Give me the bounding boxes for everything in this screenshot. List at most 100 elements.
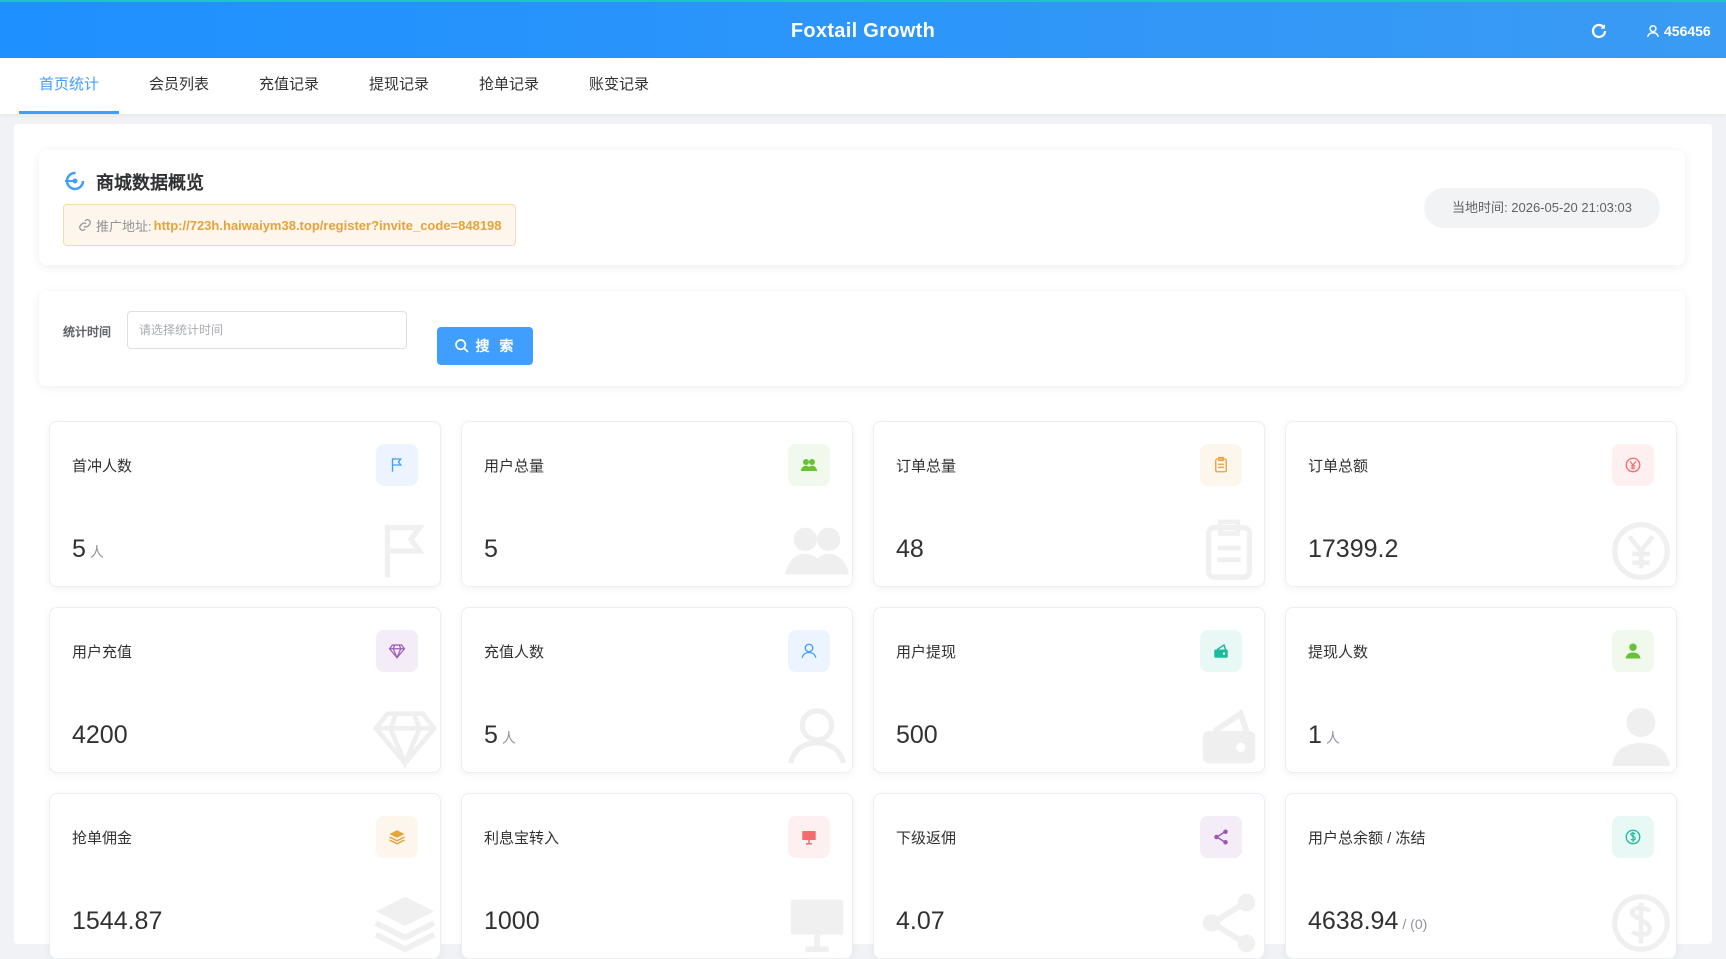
promo-url-link[interactable]: http://723h.haiwaiym38.top/register?invi… bbox=[154, 218, 502, 233]
stat-label: 用户提现 bbox=[896, 644, 957, 661]
tab-member-list[interactable]: 会员列表 bbox=[129, 58, 229, 114]
stat-value: 48 bbox=[896, 535, 924, 563]
stat-value-line: 1544.87 bbox=[72, 907, 166, 936]
stat-value-line: 5人 bbox=[72, 535, 104, 564]
stat-card: 首冲人数 5人 bbox=[49, 421, 441, 587]
tab-bar: 首页统计 会员列表 充值记录 提现记录 抢单记录 账变记录 bbox=[0, 58, 1726, 114]
stat-card: 抢单佣金 1544.87 bbox=[49, 793, 441, 959]
person-icon bbox=[1612, 630, 1654, 672]
local-time-label: 当地时间: bbox=[1452, 200, 1508, 215]
clipboard-watermark-icon bbox=[1205, 519, 1253, 580]
tab-home-stats[interactable]: 首页统计 bbox=[19, 58, 119, 114]
stat-value: 1000 bbox=[484, 907, 540, 935]
stat-unit: 人 bbox=[501, 730, 516, 746]
tab-withdraw-records[interactable]: 提现记录 bbox=[349, 58, 449, 114]
stat-value: 5 bbox=[72, 535, 86, 563]
local-time-value: 2026-05-20 21:03:03 bbox=[1511, 200, 1632, 215]
stat-label: 抢单佣金 bbox=[72, 830, 133, 847]
stat-value-line: 5 bbox=[484, 535, 502, 564]
clipboard-icon bbox=[1200, 444, 1242, 486]
promo-label: 推广地址: bbox=[96, 218, 152, 234]
stat-label: 用户总余额 / 冻结 bbox=[1308, 830, 1426, 847]
stat-label: 用户充值 bbox=[72, 644, 133, 661]
stat-value: 1 bbox=[1308, 721, 1322, 749]
stat-value: 5 bbox=[484, 721, 498, 749]
stat-value-line: 500 bbox=[896, 721, 942, 750]
layers-icon bbox=[376, 816, 418, 858]
wallet-icon bbox=[1200, 630, 1242, 672]
stat-label: 用户总量 bbox=[484, 458, 545, 475]
stat-card: 下级返佣 4.07 bbox=[873, 793, 1265, 959]
app-title: Foxtail Growth bbox=[790, 20, 936, 42]
overview-card: 商城数据概览 推广地址: http://723h.haiwaiym38.top/… bbox=[39, 150, 1685, 265]
stat-label: 利息宝转入 bbox=[484, 830, 560, 847]
user-outline-watermark-icon bbox=[788, 708, 846, 764]
promo-box: 推广地址: http://723h.haiwaiym38.top/registe… bbox=[63, 204, 516, 246]
flag-watermark-icon bbox=[384, 524, 425, 578]
filter-card: 统计时间 搜 索 bbox=[39, 291, 1685, 386]
tab-recharge-records[interactable]: 充值记录 bbox=[239, 58, 339, 114]
dollar-watermark-icon bbox=[1612, 894, 1670, 952]
stat-value-line: 5人 bbox=[484, 721, 516, 750]
users-watermark-icon bbox=[784, 527, 850, 575]
stat-value-line: 1人 bbox=[1308, 721, 1340, 750]
stat-label: 订单总额 bbox=[1308, 458, 1369, 475]
yen-watermark-icon bbox=[1612, 522, 1670, 580]
refresh-icon[interactable] bbox=[1590, 22, 1610, 42]
stat-card: 用户总量 5 bbox=[461, 421, 853, 587]
stat-card: 订单总量 48 bbox=[873, 421, 1265, 587]
overview-heading: 商城数据概览 bbox=[96, 173, 204, 193]
link-icon bbox=[79, 219, 91, 231]
stat-label: 下级返佣 bbox=[896, 830, 957, 847]
flag-icon bbox=[376, 444, 418, 486]
user-menu[interactable]: 456456 bbox=[1646, 20, 1711, 42]
stat-unit: / (0) bbox=[1402, 916, 1428, 932]
stat-value: 4200 bbox=[72, 721, 128, 749]
user-outline-icon bbox=[788, 630, 830, 672]
stat-card: 充值人数 5人 bbox=[461, 607, 853, 773]
stat-value-line: 17399.2 bbox=[1308, 535, 1402, 564]
stat-value: 500 bbox=[896, 721, 938, 749]
stat-time-input[interactable] bbox=[127, 311, 407, 349]
stat-value-line: 4638.94/ (0) bbox=[1308, 907, 1427, 936]
share-watermark-icon bbox=[1202, 893, 1256, 953]
stat-time-label: 统计时间 bbox=[63, 325, 112, 339]
local-time-badge: 当地时间: 2026-05-20 21:03:03 bbox=[1424, 188, 1660, 228]
tab-balance-records[interactable]: 账变记录 bbox=[569, 58, 669, 114]
users-icon bbox=[788, 444, 830, 486]
layers-watermark-icon bbox=[374, 896, 436, 953]
stat-label: 首冲人数 bbox=[72, 458, 133, 475]
stat-value: 4638.94 bbox=[1308, 907, 1399, 935]
top-bar: Foxtail Growth 456456 bbox=[0, 0, 1726, 58]
stat-unit: 人 bbox=[89, 544, 104, 560]
stat-value: 4.07 bbox=[896, 907, 945, 935]
diamond-icon bbox=[376, 630, 418, 672]
diamond-watermark-icon bbox=[372, 711, 438, 770]
stat-label: 提现人数 bbox=[1308, 644, 1369, 661]
stat-card: 提现人数 1人 bbox=[1285, 607, 1677, 773]
search-button-label: 搜 索 bbox=[475, 338, 517, 354]
user-name: 456456 bbox=[1664, 23, 1711, 39]
stat-value-line: 1000 bbox=[484, 907, 544, 936]
stat-card: 利息宝转入 1000 bbox=[461, 793, 853, 959]
wallet-watermark-icon bbox=[1202, 709, 1256, 764]
stat-value-line: 4200 bbox=[72, 721, 132, 750]
stat-value: 5 bbox=[484, 535, 498, 563]
stat-label: 充值人数 bbox=[484, 644, 545, 661]
tab-order-records[interactable]: 抢单记录 bbox=[459, 58, 559, 114]
stat-card: 用户充值 4200 bbox=[49, 607, 441, 773]
stat-label: 订单总量 bbox=[896, 458, 957, 475]
stat-unit: 人 bbox=[1325, 730, 1340, 746]
stat-value: 1544.87 bbox=[72, 907, 163, 935]
board-watermark-icon bbox=[790, 899, 844, 953]
stat-value-line: 48 bbox=[896, 535, 928, 564]
dollar-icon bbox=[1612, 816, 1654, 858]
person-watermark-icon bbox=[1611, 707, 1671, 767]
share-icon bbox=[1200, 816, 1242, 858]
chart-logo-icon bbox=[65, 171, 85, 191]
stat-value: 17399.2 bbox=[1308, 535, 1399, 563]
stat-value-line: 4.07 bbox=[896, 907, 949, 936]
yen-icon bbox=[1612, 444, 1654, 486]
stat-card: 用户提现 500 bbox=[873, 607, 1265, 773]
search-button[interactable]: 搜 索 bbox=[437, 327, 533, 365]
